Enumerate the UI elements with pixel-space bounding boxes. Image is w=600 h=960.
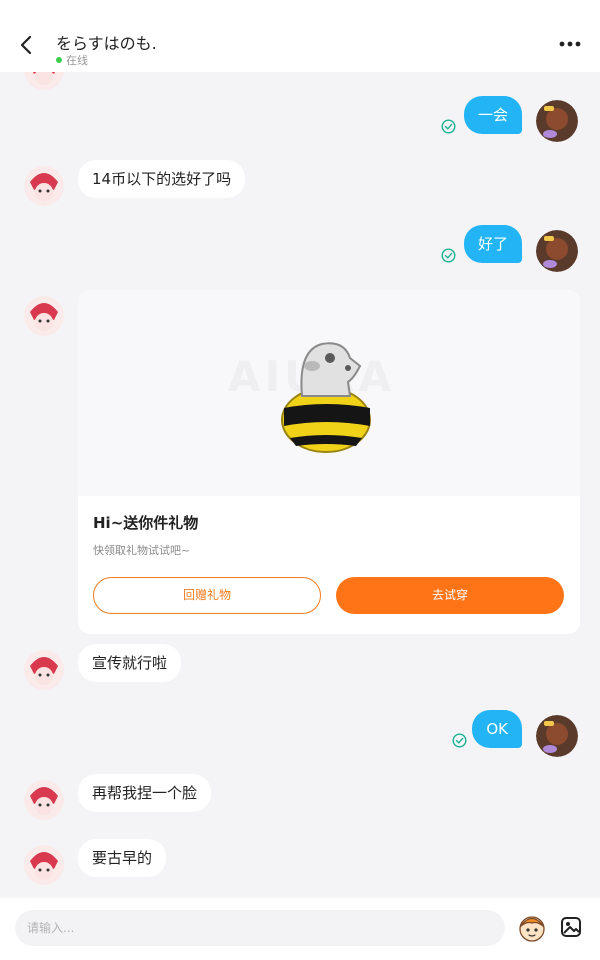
message-bubble-outgoing[interactable]: 一会 bbox=[463, 96, 522, 134]
read-check-icon bbox=[441, 119, 456, 134]
bee-costume-icon bbox=[281, 342, 371, 453]
chat-header: をらすはのも. 在线 bbox=[0, 0, 600, 72]
return-gift-button[interactable]: 回赠礼物 bbox=[93, 577, 321, 614]
image-picker-icon[interactable] bbox=[560, 916, 582, 938]
try-on-button[interactable]: 去试穿 bbox=[336, 577, 564, 614]
contact-avatar[interactable] bbox=[20, 644, 68, 692]
gift-subtitle: 快领取礼物试试吧~ bbox=[93, 544, 191, 557]
my-avatar[interactable] bbox=[536, 100, 578, 142]
emoji-avatar-icon[interactable] bbox=[516, 912, 548, 944]
contact-avatar[interactable] bbox=[20, 72, 68, 92]
message-bubble-incoming[interactable]: 要古早的 bbox=[78, 839, 167, 877]
contact-avatar[interactable] bbox=[20, 290, 68, 338]
more-options-icon[interactable] bbox=[558, 38, 582, 50]
message-bubble-outgoing[interactable]: 好了 bbox=[463, 225, 522, 263]
read-check-icon bbox=[441, 248, 456, 263]
contact-avatar[interactable] bbox=[20, 160, 68, 208]
composer-bar bbox=[0, 898, 600, 960]
contact-name[interactable]: をらすはのも. bbox=[56, 30, 157, 54]
gift-title: Hi~送你件礼物 bbox=[93, 514, 199, 532]
gift-preview-image[interactable]: AIURA bbox=[78, 290, 580, 496]
message-bubble-incoming[interactable]: 14币以下的选好了吗 bbox=[78, 160, 246, 198]
message-bubble-incoming[interactable]: 再帮我捏一个脸 bbox=[78, 774, 212, 812]
message-list[interactable]: 一会 14币以下的选好了吗 好了 AIURA bbox=[0, 72, 600, 898]
contact-avatar[interactable] bbox=[20, 839, 68, 887]
message-bubble-incoming[interactable]: 宣传就行啦 bbox=[78, 644, 182, 682]
message-bubble-outgoing[interactable]: OK bbox=[472, 710, 522, 748]
my-avatar[interactable] bbox=[536, 715, 578, 757]
online-status-text: 在线 bbox=[66, 54, 88, 67]
read-check-icon bbox=[452, 733, 467, 748]
back-arrow-icon[interactable] bbox=[16, 34, 38, 56]
gift-card[interactable]: AIURA Hi~送你件礼物 快领取礼物试试吧~ 回赠礼物 去试穿 bbox=[78, 290, 580, 634]
online-dot-icon bbox=[56, 57, 62, 63]
online-status: 在线 bbox=[56, 52, 88, 68]
message-input[interactable] bbox=[15, 910, 505, 946]
contact-avatar[interactable] bbox=[20, 774, 68, 822]
my-avatar[interactable] bbox=[536, 230, 578, 272]
